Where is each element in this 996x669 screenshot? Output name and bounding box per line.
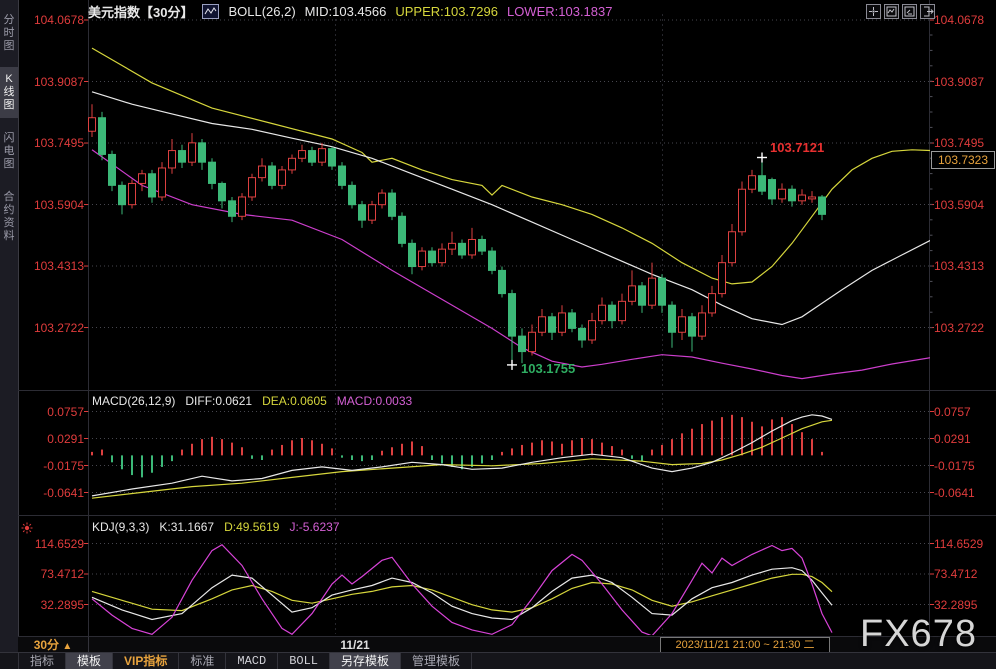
toolbar-tab-2[interactable]: VIP指标 xyxy=(113,653,180,669)
axis-label: 103.9087 xyxy=(934,74,985,89)
axis-label: 0.0291 xyxy=(47,431,84,446)
exit-icon[interactable] xyxy=(920,4,935,19)
kdj-name: KDJ(9,3,3) xyxy=(92,520,150,534)
window-icons xyxy=(866,4,935,19)
period-up-arrow-icon: ▲ xyxy=(62,641,73,652)
time-axis-bar: 30分 ▲ 11/21 2023/11/21 21:00 ~ 21:30 二 xyxy=(18,636,996,653)
boll-upper-value: UPPER:103.7296 xyxy=(395,3,498,19)
next-chart-icon[interactable] xyxy=(902,4,917,19)
toolbar-lead xyxy=(0,653,19,669)
toolbar-tab-4[interactable]: MACD xyxy=(226,653,279,669)
axis-label: 103.5904 xyxy=(934,197,985,212)
toolbar-tab-5[interactable]: BOLL xyxy=(278,653,331,669)
low-price-annotation: 103.1755 xyxy=(521,361,576,376)
axis-label: 103.4313 xyxy=(33,259,84,274)
sidebar-tab-1[interactable]: K线图 xyxy=(0,67,18,118)
mini-candlestick-icon xyxy=(202,3,220,19)
date-label: 11/21 xyxy=(340,638,370,652)
axis-label: 103.7495 xyxy=(934,136,985,151)
axis-label: 103.5904 xyxy=(33,197,84,212)
kdj-header: KDJ(9,3,3) K:31.1667 D:49.5619 J:-5.6237 xyxy=(92,520,340,534)
axis-label: -0.0175 xyxy=(43,458,84,473)
axis-label: 103.9087 xyxy=(33,74,84,89)
sidebar: 分时图 K线图闪电图合约资料 xyxy=(0,0,18,669)
boll-lower-value: LOWER:103.1837 xyxy=(506,3,613,19)
crosshair-icon[interactable] xyxy=(866,4,881,19)
sidebar-tab-0[interactable]: 分时图 xyxy=(0,8,18,59)
macd-header: MACD(26,12,9) DIFF:0.0621 DEA:0.0605 MAC… xyxy=(92,394,412,408)
macd-value: MACD:0.0033 xyxy=(336,394,413,408)
kdj-j-value: J:-5.6237 xyxy=(289,520,340,534)
watermark: FX678 xyxy=(860,613,977,655)
toolbar-tab-7[interactable]: 管理模板 xyxy=(401,653,473,669)
red-sun-icon xyxy=(21,522,33,534)
axis-label: 104.0678 xyxy=(33,13,84,27)
high-price-annotation: 103.7121 xyxy=(770,140,825,155)
kdj-d-value: D:49.5619 xyxy=(224,520,280,534)
boll-label: BOLL(26,2) xyxy=(228,3,296,19)
chart-header: 美元指数【30分】 BOLL(26,2) MID:103.4566 UPPER:… xyxy=(88,3,613,20)
zoom-window-icon[interactable] xyxy=(884,4,899,19)
chart-app: 分时图 K线图闪电图合约资料 美元指数【30分】 BOLL(26,2) MID:1… xyxy=(0,0,996,669)
toolbar-tab-1[interactable]: 模板 xyxy=(66,653,114,669)
current-price-box: 103.7323 xyxy=(931,151,995,169)
axis-label: 73.4712 xyxy=(40,567,84,581)
axis-label: 73.4712 xyxy=(934,567,978,581)
toolbar-tab-3[interactable]: 标准 xyxy=(179,653,227,669)
axis-label: -0.0641 xyxy=(934,485,975,500)
axis-label: -0.0641 xyxy=(43,485,84,500)
boll-mid-value: MID:103.4566 xyxy=(304,3,387,19)
axis-label: 114.6529 xyxy=(934,536,984,551)
axis-label: 114.6529 xyxy=(34,536,84,551)
axis-label: 32.2895 xyxy=(40,597,84,612)
axis-label: 104.0678 xyxy=(934,13,985,27)
axis-label: 103.7495 xyxy=(33,136,84,151)
axis-label: 0.0757 xyxy=(47,404,84,419)
axis-label: 0.0757 xyxy=(934,404,971,419)
macd-name: MACD(26,12,9) xyxy=(92,394,176,408)
toolbar-tab-0[interactable]: 指标 xyxy=(19,653,67,669)
sidebar-tab-2[interactable]: 闪电图 xyxy=(0,126,18,177)
time-range-box: 2023/11/21 21:00 ~ 21:30 二 xyxy=(660,637,830,653)
axis-label: 0.0291 xyxy=(934,431,971,446)
toolbar-tab-6[interactable]: 另存模板 xyxy=(330,653,402,669)
macd-diff-value: DIFF:0.0621 xyxy=(185,394,253,408)
chart-canvas[interactable] xyxy=(0,0,996,669)
chart-title: 美元指数【30分】 xyxy=(88,4,194,20)
axis-label: 103.2722 xyxy=(934,320,985,335)
sidebar-tab-3[interactable]: 合约资料 xyxy=(0,185,18,249)
period-label: 30分 xyxy=(33,638,60,652)
axis-label: 103.2722 xyxy=(33,320,84,335)
bottom-toolbar: 指标 模板 VIP指标 标准 MACD BOLL 另存模板 管理模板 xyxy=(0,652,996,669)
axis-label: 103.4313 xyxy=(934,259,985,274)
axis-label: 32.2895 xyxy=(934,597,978,612)
axis-label: -0.0175 xyxy=(934,458,975,473)
macd-dea-value: DEA:0.0605 xyxy=(262,394,327,408)
period-selector[interactable]: 30分 ▲ xyxy=(18,637,89,653)
kdj-k-value: K:31.1667 xyxy=(159,520,215,534)
